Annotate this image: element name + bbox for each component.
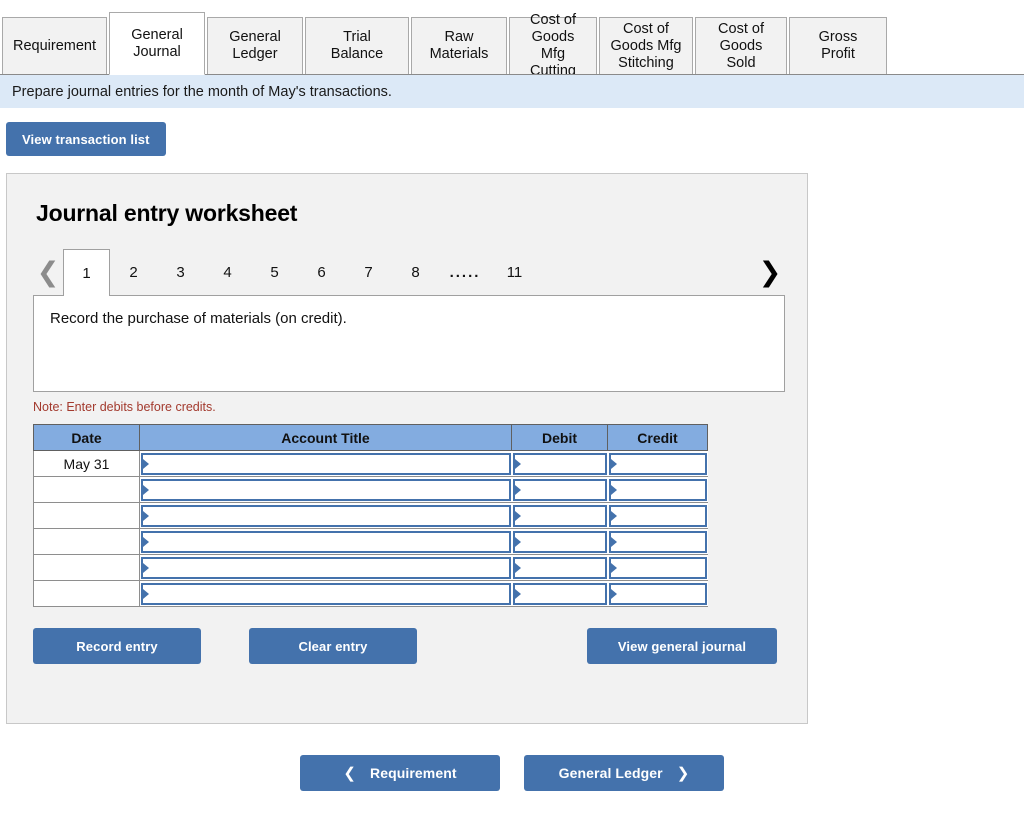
debit-input[interactable]	[512, 504, 607, 527]
module-tabstrip: Requirement General Journal General Ledger…	[0, 0, 1024, 79]
credit-input[interactable]	[608, 478, 707, 501]
chevron-right-icon: ❯	[676, 765, 690, 782]
date-cell[interactable]	[33, 554, 140, 581]
account-title-cell	[139, 580, 512, 607]
table-header-row: Date Account Title Debit Credit	[33, 424, 708, 451]
instruction-text: Prepare journal entries for the month of…	[12, 83, 392, 100]
module-tab-cost-of-goods-mfg-stitching[interactable]: Cost of Goods Mfg Stitching	[599, 17, 693, 75]
module-tab-trial-balance[interactable]: Trial Balance	[305, 17, 409, 75]
debit-cell	[511, 502, 608, 529]
account-title-cell	[139, 528, 512, 555]
debit-cell	[511, 528, 608, 555]
page-button-4[interactable]: 4	[204, 249, 251, 295]
credit-input[interactable]	[608, 504, 707, 527]
table-row	[33, 554, 708, 581]
nav-previous-requirement-button[interactable]: ❮ Requirement	[300, 755, 500, 791]
debit-cell	[511, 450, 608, 477]
page-button-3[interactable]: 3	[157, 249, 204, 295]
view-transaction-list-button[interactable]: View transaction list	[6, 122, 166, 156]
toolbar: View transaction list	[0, 108, 1024, 156]
table-row: May 31	[33, 450, 708, 477]
table-row	[33, 580, 708, 607]
chevron-right-icon[interactable]: ❯	[755, 258, 785, 286]
debit-input[interactable]	[512, 478, 607, 501]
account-title-input[interactable]	[141, 556, 511, 579]
credit-cell	[607, 554, 708, 581]
account-title-input[interactable]	[141, 478, 511, 501]
column-header-date: Date	[33, 424, 140, 451]
chevron-left-icon: ❮	[343, 765, 356, 782]
page-button-11[interactable]: 11	[491, 249, 538, 295]
page-button-2[interactable]: 2	[110, 249, 157, 295]
debit-cell	[511, 554, 608, 581]
credit-input[interactable]	[608, 582, 707, 605]
account-title-input[interactable]	[141, 582, 511, 605]
nav-previous-label: Requirement	[369, 765, 457, 781]
module-tab-gross-profit[interactable]: Gross Profit	[789, 17, 887, 75]
footer-navigation: ❮ Requirement General Ledger ❯	[0, 755, 1024, 791]
table-row	[33, 476, 708, 503]
date-cell[interactable]	[33, 580, 140, 607]
page-button-8[interactable]: 8	[392, 249, 439, 295]
credit-cell	[607, 502, 708, 529]
record-entry-button[interactable]: Record entry	[33, 628, 201, 664]
account-title-cell	[139, 450, 512, 477]
clear-entry-button[interactable]: Clear entry	[249, 628, 417, 664]
page-ellipsis: .....	[449, 263, 481, 281]
worksheet-actions: Record entry Clear entry View general jo…	[33, 628, 777, 664]
instruction-banner: Prepare journal entries for the month of…	[0, 75, 1024, 108]
module-tab-general-journal[interactable]: General Journal	[109, 12, 205, 75]
worksheet-title: Journal entry worksheet	[36, 200, 298, 226]
transaction-prompt-box: Record the purchase of materials (on cre…	[33, 295, 785, 392]
module-tab-general-ledger[interactable]: General Ledger	[207, 17, 303, 75]
module-tab-cost-of-goods-sold[interactable]: Cost of Goods Sold	[695, 17, 787, 75]
debit-cell	[511, 580, 608, 607]
debit-input[interactable]	[512, 530, 607, 553]
module-tab-raw-materials[interactable]: Raw Materials	[411, 17, 507, 75]
account-title-cell	[139, 476, 512, 503]
account-title-input[interactable]	[141, 530, 511, 553]
credit-cell	[607, 528, 708, 555]
chevron-left-icon[interactable]: ❮	[33, 258, 63, 286]
account-title-cell	[139, 554, 512, 581]
page-button-7[interactable]: 7	[345, 249, 392, 295]
page-button-1[interactable]: 1	[63, 249, 110, 296]
account-title-input[interactable]	[141, 452, 511, 475]
date-cell[interactable]	[33, 528, 140, 555]
column-header-debit: Debit	[511, 424, 608, 451]
transaction-prompt-text: Record the purchase of materials (on cre…	[50, 310, 347, 327]
table-row	[33, 502, 708, 529]
credit-cell	[607, 580, 708, 607]
page-list: 1 2 3 4 5 6 7 8..... 11	[63, 249, 538, 296]
debit-cell	[511, 476, 608, 503]
debits-before-credits-note: Note: Enter debits before credits.	[33, 400, 216, 414]
debit-input[interactable]	[512, 556, 607, 579]
credit-cell	[607, 476, 708, 503]
column-header-account-title: Account Title	[139, 424, 512, 451]
date-cell[interactable]	[33, 502, 140, 529]
page-button-6[interactable]: 6	[298, 249, 345, 295]
credit-input[interactable]	[608, 556, 707, 579]
journal-entry-worksheet-panel: Journal entry worksheet ❮ 1 2 3 4 5 6 7 8..... 1…	[6, 173, 808, 724]
journal-entry-table: Date Account Title Debit Credit May 31	[33, 424, 708, 607]
credit-input[interactable]	[608, 530, 707, 553]
nav-next-label: General Ledger	[558, 765, 663, 781]
date-cell[interactable]	[33, 476, 140, 503]
debit-input[interactable]	[512, 452, 607, 475]
module-tab-cost-of-goods-mfg-cutting[interactable]: Cost of Goods Mfg Cutting	[509, 12, 597, 79]
table-row	[33, 528, 708, 555]
page-button-5[interactable]: 5	[251, 249, 298, 295]
worksheet-pager: ❮ 1 2 3 4 5 6 7 8..... 11 ❯	[7, 249, 807, 296]
column-header-credit: Credit	[607, 424, 708, 451]
credit-cell	[607, 450, 708, 477]
date-cell[interactable]: May 31	[33, 450, 140, 477]
account-title-input[interactable]	[141, 504, 511, 527]
debit-input[interactable]	[512, 582, 607, 605]
module-tab-requirement[interactable]: Requirement	[2, 17, 107, 75]
credit-input[interactable]	[608, 452, 707, 475]
account-title-cell	[139, 502, 512, 529]
view-general-journal-button[interactable]: View general journal	[587, 628, 777, 664]
nav-next-general-ledger-button[interactable]: General Ledger ❯	[524, 755, 724, 791]
